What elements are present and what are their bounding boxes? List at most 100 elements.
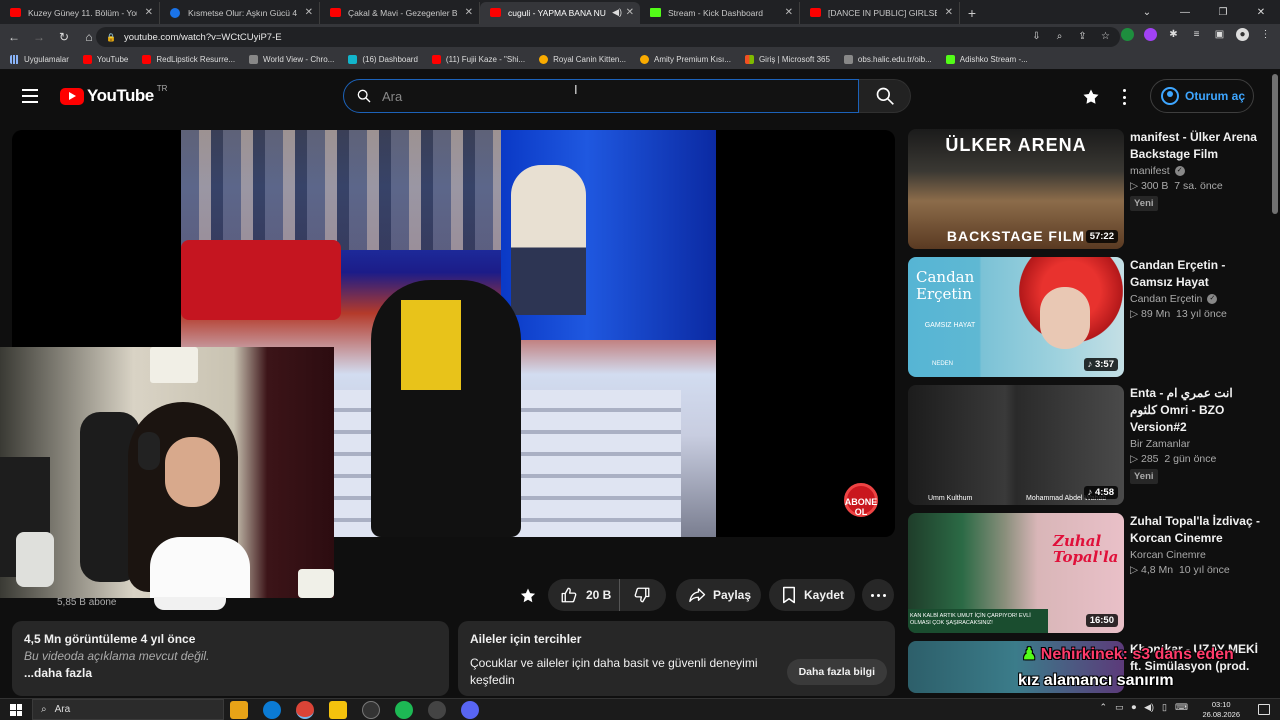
close-icon[interactable]: ✕ xyxy=(305,7,313,18)
recommendation-item[interactable]: Umm Kulthum Mohammad Abdel Wahab ♪ 4:58 … xyxy=(908,385,1268,505)
boost-icon[interactable] xyxy=(518,586,538,606)
close-icon[interactable]: ✕ xyxy=(145,7,153,18)
video-title[interactable]: manifest - Ülker Arena Backstage Film xyxy=(1130,129,1260,163)
zoom-icon[interactable]: ⌕ xyxy=(1053,30,1066,43)
learn-more-button[interactable]: Daha fazla bilgi xyxy=(786,659,887,685)
close-icon[interactable]: ✕ xyxy=(626,7,634,18)
bookmark-item[interactable]: World View - Chro... xyxy=(249,55,334,64)
dislike-button[interactable] xyxy=(620,579,664,611)
chevron-down-icon[interactable]: ⌄ xyxy=(1128,0,1166,24)
extension-shield-icon[interactable] xyxy=(1121,28,1134,41)
sidebar-icon[interactable]: ▣ xyxy=(1213,28,1226,41)
bookmark-item[interactable]: Adishko Stream -... xyxy=(945,55,1028,64)
bookmark-item[interactable]: Amity Premium Kısı... xyxy=(640,55,731,64)
browser-tab-3[interactable]: cuguli - YAPMA BANA NUM ◀) ✕ xyxy=(480,2,640,24)
share-icon[interactable]: ⇪ xyxy=(1076,30,1089,43)
settings-menu-icon[interactable] xyxy=(1118,88,1130,106)
browser-tab-5[interactable]: [DANCE IN PUBLIC] GIRLSET - Lit ✕ xyxy=(800,2,960,24)
bookmark-item[interactable]: (16) Dashboard xyxy=(348,55,418,64)
file-explorer-icon[interactable] xyxy=(230,701,248,719)
search-button[interactable] xyxy=(859,79,911,113)
close-icon[interactable]: ✕ xyxy=(785,7,793,18)
stream-create-icon[interactable] xyxy=(1082,88,1100,106)
signin-button[interactable]: Oturum aç xyxy=(1150,79,1254,113)
browser-tab-1[interactable]: Kısmetse Olur: Aşkın Gücü 4.Sez ✕ xyxy=(160,2,320,24)
subscribe-button-partial[interactable] xyxy=(154,597,226,610)
windows-start-icon[interactable] xyxy=(10,704,22,716)
description-box[interactable]: 4,5 Mn görüntüleme 4 yıl önce Bu videoda… xyxy=(12,621,449,696)
address-bar[interactable]: 🔒 youtube.com/watch?v=WCtCUyiP7-E ⇩ ⌕ ⇪ … xyxy=(96,27,1120,47)
youtube-logo[interactable]: YouTube TR xyxy=(60,84,167,106)
recommendation-item[interactable]: ÜLKER ARENA BACKSTAGE FILM 57:22 manifes… xyxy=(908,129,1268,249)
channel-name[interactable]: Candan Erçetin ✓ xyxy=(1130,293,1260,305)
spotify-icon[interactable] xyxy=(395,701,413,719)
recommendation-item[interactable]: Candan Erçetin GAMSIZ HAYAT NEDEN ♪ 3:57… xyxy=(908,257,1268,377)
lock-icon[interactable]: 🔒 xyxy=(106,33,116,42)
search-input[interactable] xyxy=(382,87,822,105)
bookmark-item[interactable]: RedLipstick Resurre... xyxy=(142,55,235,64)
forward-icon[interactable]: → xyxy=(28,30,50,44)
steam-icon[interactable] xyxy=(428,701,446,719)
back-icon[interactable]: ← xyxy=(3,30,25,44)
chrome-icon[interactable] xyxy=(296,701,314,719)
video-title[interactable]: Enta - انت عمري ام كلثوم Omri - BZO Vers… xyxy=(1130,385,1260,436)
channel-name[interactable]: Bir Zamanlar xyxy=(1130,438,1260,450)
channel-name[interactable]: Korcan Cinemre xyxy=(1130,549,1260,561)
taskbar-search[interactable]: ⌕ Ara xyxy=(32,699,224,720)
video-title[interactable]: Zuhal Topal'la İzdivaç - Korcan Cinemre xyxy=(1130,513,1260,547)
recommendation-item[interactable]: Zuhal Topal'la KAN KALBİ ARTIK UMUT İÇİN… xyxy=(908,513,1268,633)
chevron-up-icon[interactable]: ⌃ xyxy=(1100,702,1108,713)
browser-tab-2[interactable]: Çakal & Mavi - Gezegenler Birleş ✕ xyxy=(320,2,480,24)
video-thumbnail[interactable]: Candan Erçetin GAMSIZ HAYAT NEDEN ♪ 3:57 xyxy=(908,257,1124,377)
puzzle-icon[interactable]: ✱ xyxy=(1167,28,1180,41)
like-button[interactable]: 20 B xyxy=(548,579,620,611)
bookmark-item[interactable]: obs.halic.edu.tr/oib... xyxy=(843,55,932,64)
star-icon[interactable]: ☆ xyxy=(1099,30,1112,43)
restore-icon[interactable]: ❐ xyxy=(1204,0,1242,24)
scrollbar-thumb[interactable] xyxy=(1272,74,1278,214)
bookmark-item[interactable]: Giriş | Microsoft 365 xyxy=(744,55,830,64)
speaker-icon[interactable]: ◀) xyxy=(612,7,622,18)
page-scrollbar[interactable] xyxy=(1270,70,1280,698)
menu-icon[interactable]: ⋮ xyxy=(1259,28,1272,41)
video-title[interactable]: Candan Erçetin - Gamsız Hayat xyxy=(1130,257,1260,291)
microphone-icon[interactable]: ⏺ xyxy=(1132,702,1137,713)
keyboard-icon[interactable]: ⌨ xyxy=(1175,702,1188,713)
save-button[interactable]: Kaydet xyxy=(769,579,855,611)
notes-icon[interactable] xyxy=(329,701,347,719)
taskbar-clock[interactable]: 03:10 26.08.2026 xyxy=(1202,699,1240,720)
discord-icon[interactable] xyxy=(461,701,479,719)
browser-tab-0[interactable]: Kuzey Güney 11. Bölüm - YouTube ✕ xyxy=(0,2,160,24)
bookmark-item[interactable]: Royal Canin Kitten... xyxy=(539,55,626,64)
extension-icon[interactable] xyxy=(1144,28,1157,41)
bookmark-item[interactable]: Uygulamalar xyxy=(10,55,69,64)
profile-icon[interactable]: ● xyxy=(1236,28,1249,41)
install-icon[interactable]: ⇩ xyxy=(1030,30,1043,43)
media-icon[interactable]: ≡ xyxy=(1190,28,1203,41)
subscribe-watermark[interactable]: ABONE OL xyxy=(837,483,885,523)
channel-name[interactable]: manifest ✓ xyxy=(1130,165,1260,177)
new-tab-button[interactable]: + xyxy=(960,2,984,24)
hamburger-menu-icon[interactable] xyxy=(22,89,38,103)
notification-icon[interactable] xyxy=(1258,704,1270,715)
show-more-link[interactable]: ...daha fazla xyxy=(24,666,437,680)
more-actions-button[interactable] xyxy=(862,579,894,611)
video-thumbnail[interactable]: ÜLKER ARENA BACKSTAGE FILM 57:22 xyxy=(908,129,1124,249)
bookmark-item[interactable]: (11) Fujii Kaze - "Shi... xyxy=(431,55,525,64)
network-icon[interactable]: ▭ xyxy=(1115,702,1124,713)
browser-tab-4[interactable]: Stream - Kick Dashboard ✕ xyxy=(640,2,800,24)
minimize-icon[interactable]: — xyxy=(1166,0,1204,24)
battery-icon[interactable]: ▯ xyxy=(1162,702,1167,713)
edge-icon[interactable] xyxy=(263,701,281,719)
reload-icon[interactable]: ↻ xyxy=(53,30,75,44)
close-icon[interactable]: ✕ xyxy=(465,7,473,18)
close-window-icon[interactable]: ✕ xyxy=(1242,0,1280,24)
search-box[interactable] xyxy=(343,79,859,113)
obs-icon[interactable] xyxy=(362,701,380,719)
bookmark-item[interactable]: YouTube xyxy=(82,55,128,64)
share-button[interactable]: Paylaş xyxy=(676,579,761,611)
video-thumbnail[interactable]: Zuhal Topal'la KAN KALBİ ARTIK UMUT İÇİN… xyxy=(908,513,1124,633)
volume-icon[interactable]: ◀) xyxy=(1144,702,1154,713)
video-thumbnail[interactable]: Umm Kulthum Mohammad Abdel Wahab ♪ 4:58 xyxy=(908,385,1124,505)
close-icon[interactable]: ✕ xyxy=(945,7,953,18)
